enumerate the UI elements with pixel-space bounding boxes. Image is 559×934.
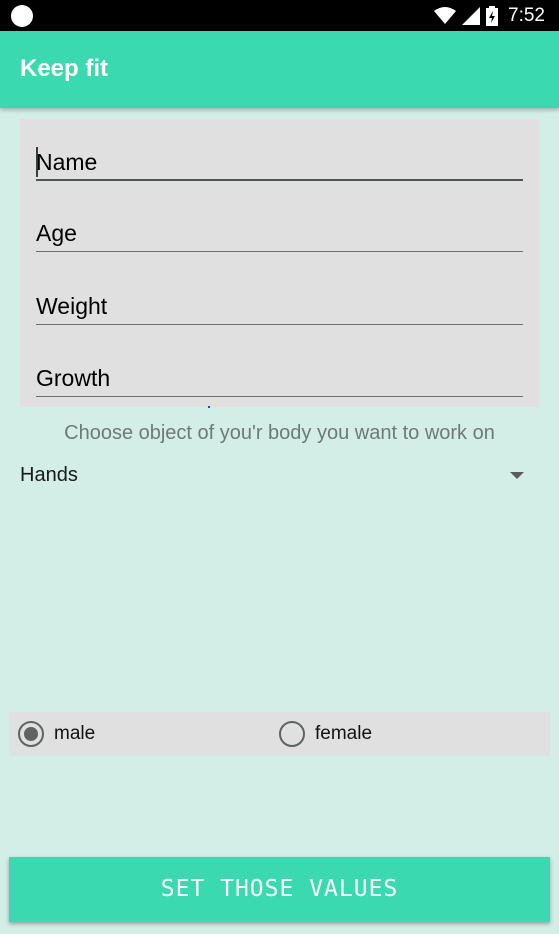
dropdown-selected-value: Hands [20, 464, 78, 486]
app-bar: Keep fit [0, 31, 559, 108]
growth-field-underline [36, 396, 523, 397]
set-values-button[interactable]: SET THOSE VALUES [9, 857, 550, 922]
age-field[interactable]: Age [36, 212, 523, 252]
signal-icon [462, 7, 481, 25]
name-field-underline [36, 179, 523, 181]
radio-female[interactable]: female [279, 720, 372, 748]
weight-field[interactable]: Weight [36, 285, 523, 325]
status-icons: 7:52 [434, 4, 545, 28]
radio-male-circle-icon [18, 721, 44, 747]
status-bar: 7:52 [0, 0, 559, 31]
age-field-text: Age [36, 220, 77, 246]
radio-male[interactable]: male [18, 720, 95, 748]
radio-male-label: male [54, 723, 96, 744]
scroll-indicator-dot [208, 406, 210, 408]
body-part-prompt: Choose object of you'r body you want to … [64, 422, 495, 444]
battery-icon [486, 6, 499, 26]
radio-female-circle-icon [279, 721, 305, 747]
body-part-dropdown[interactable]: Hands [0, 456, 559, 496]
dropdown-arrow-icon [510, 472, 524, 479]
name-field[interactable]: Name [36, 141, 523, 181]
weight-field-underline [36, 324, 523, 325]
wifi-icon [434, 7, 457, 24]
weight-field-text: Weight [36, 293, 108, 319]
circle-icon [11, 5, 33, 27]
age-field-underline [36, 251, 523, 252]
app-title: Keep fit [20, 55, 109, 82]
gender-radio-group: male female [9, 712, 550, 756]
status-time: 7:52 [508, 5, 545, 26]
growth-field-text: Growth [36, 365, 111, 391]
radio-female-label: female [315, 723, 373, 744]
profile-form: Name Age Weight Growth [20, 119, 539, 407]
name-field-text: Name [36, 149, 98, 175]
growth-field[interactable]: Growth [36, 357, 523, 397]
